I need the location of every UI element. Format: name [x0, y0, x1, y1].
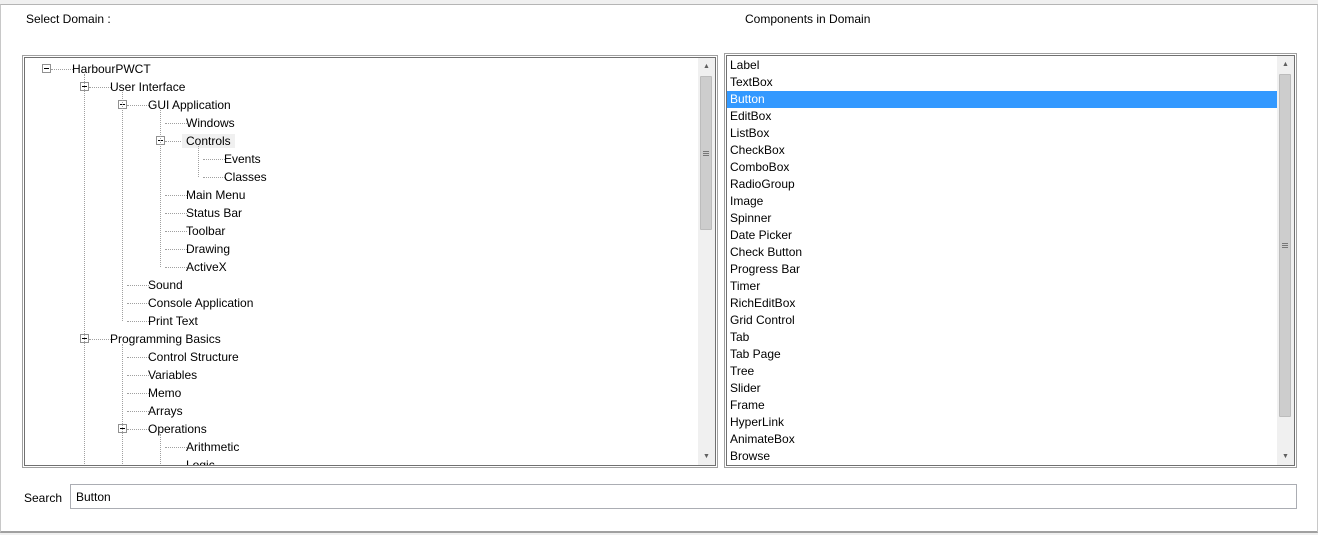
tree-node-label: GUI Application	[148, 98, 231, 112]
list-item[interactable]: ComboBox	[727, 159, 1277, 176]
list-item[interactable]: TextBox	[727, 74, 1277, 91]
tree-branch-line	[122, 92, 123, 321]
list-item[interactable]: Label	[727, 57, 1277, 74]
tree-node[interactable]: Main Menu	[182, 186, 249, 204]
tree-node-label: Sound	[148, 278, 183, 292]
list-item[interactable]: Date Picker	[727, 227, 1277, 244]
tree-node-label: Arithmetic	[186, 440, 240, 454]
tree-node-label: Memo	[148, 386, 182, 400]
scroll-down-arrow-icon[interactable]: ▼	[698, 448, 715, 465]
tree-node-label: Toolbar	[186, 224, 226, 238]
tree-node[interactable]: Arithmetic	[182, 438, 243, 456]
components-in-domain-label: Components in Domain	[745, 12, 871, 26]
list-item[interactable]: Image	[727, 193, 1277, 210]
tree-node[interactable]: Sound	[144, 276, 187, 294]
tree-node[interactable]: Programming Basics	[106, 330, 225, 348]
scroll-grip-icon	[1282, 243, 1288, 248]
tree-node-label: Controls	[182, 134, 235, 148]
tree-node[interactable]: Toolbar	[182, 222, 229, 240]
tree-node-label: Classes	[224, 170, 267, 184]
tree-node[interactable]: Windows	[182, 114, 239, 132]
tree-connector-line	[165, 465, 187, 466]
components-list-view[interactable]: Label TextBox Button EditBox ListBox CheckBox…	[726, 55, 1295, 466]
tree-branch-line	[84, 74, 85, 465]
tree-node[interactable]: Controls	[182, 132, 235, 150]
tree-node[interactable]: Classes	[220, 168, 271, 186]
tree-node[interactable]: Status Bar	[182, 204, 246, 222]
tree-node-label: Drawing	[186, 242, 231, 256]
tree-branch-line	[160, 434, 161, 465]
list-item[interactable]: EditBox	[727, 108, 1277, 125]
tree-scroll-thumb[interactable]	[700, 76, 712, 230]
list-scroll-thumb[interactable]	[1279, 74, 1291, 417]
list-item[interactable]: Tab	[727, 329, 1277, 346]
tree-node-label: ActiveX	[186, 260, 227, 274]
tree-node-label: Operations	[148, 422, 207, 436]
tree-node-label: Main Menu	[186, 188, 246, 202]
list-item[interactable]: Browse	[727, 448, 1277, 465]
tree-node[interactable]: HarbourPWCT	[68, 60, 155, 78]
tree-node[interactable]: Console Application	[144, 294, 257, 312]
list-item[interactable]: Spinner	[727, 210, 1277, 227]
list-item[interactable]: RichEditBox	[727, 295, 1277, 312]
components-list[interactable]: Label TextBox Button EditBox ListBox CheckBox…	[727, 56, 1277, 465]
tree-node[interactable]: Events	[220, 150, 265, 168]
list-item[interactable]: CheckBox	[727, 142, 1277, 159]
tree-node[interactable]: Drawing	[182, 240, 234, 258]
tree-node[interactable]: Control Structure	[144, 348, 243, 366]
list-item[interactable]: Check Button	[727, 244, 1277, 261]
collapse-minus-icon[interactable]	[42, 64, 51, 73]
list-item[interactable]: ListBox	[727, 125, 1277, 142]
list-item[interactable]: HyperLink	[727, 414, 1277, 431]
tree-node-label: Windows	[186, 116, 235, 130]
domain-tree-view[interactable]: HarbourPWCT User Interface GUI Application…	[24, 57, 716, 466]
tree-node-label: Programming Basics	[110, 332, 221, 346]
tree-vertical-scrollbar[interactable]: ▲ ▼	[698, 58, 715, 465]
tree-node[interactable]: Operations	[144, 420, 211, 438]
tree-node-label: User Interface	[110, 80, 186, 94]
scroll-up-arrow-icon[interactable]: ▲	[1277, 56, 1294, 73]
search-label: Search	[24, 491, 63, 505]
tree-node-label: Events	[224, 152, 261, 166]
domain-tree[interactable]: HarbourPWCT User Interface GUI Application…	[25, 58, 698, 465]
list-item[interactable]: Timer	[727, 278, 1277, 295]
list-item[interactable]: Progress Bar	[727, 261, 1277, 278]
scroll-up-arrow-icon[interactable]: ▲	[698, 58, 715, 75]
components-list-panel: Label TextBox Button EditBox ListBox CheckBox…	[724, 53, 1297, 468]
list-item[interactable]: Button	[727, 91, 1277, 108]
tree-node-label: Status Bar	[186, 206, 243, 220]
list-item[interactable]: Slider	[727, 380, 1277, 397]
tree-node[interactable]: Logic	[182, 456, 219, 466]
select-domain-label: Select Domain :	[26, 12, 111, 26]
tree-node[interactable]: Memo	[144, 384, 185, 402]
tree-node-label: Arrays	[148, 404, 183, 418]
scroll-down-arrow-icon[interactable]: ▼	[1277, 448, 1294, 465]
tree-node[interactable]: Arrays	[144, 402, 187, 420]
list-item[interactable]: Grid Control	[727, 312, 1277, 329]
tree-branch-line	[160, 110, 161, 267]
tree-node[interactable]: ActiveX	[182, 258, 231, 276]
tree-node-label: Variables	[148, 368, 198, 382]
tree-node-label: Control Structure	[148, 350, 239, 364]
tree-branch-line	[122, 344, 123, 465]
list-item[interactable]: AnimateBox	[727, 431, 1277, 448]
tree-node[interactable]: GUI Application	[144, 96, 235, 114]
tree-node-label: Print Text	[148, 314, 198, 328]
list-item[interactable]: RadioGroup	[727, 176, 1277, 193]
list-item[interactable]: Tree	[727, 363, 1277, 380]
list-item[interactable]: Tab Page	[727, 346, 1277, 363]
tree-node-label: HarbourPWCT	[72, 62, 151, 76]
tree-node-label: Logic	[186, 458, 215, 466]
tree-node[interactable]: User Interface	[106, 78, 189, 96]
tree-node-label: Console Application	[148, 296, 254, 310]
tree-branch-line	[198, 146, 199, 177]
domain-tree-panel: HarbourPWCT User Interface GUI Application…	[22, 55, 718, 468]
tree-node[interactable]: Print Text	[144, 312, 202, 330]
search-input[interactable]	[70, 484, 1297, 509]
scroll-grip-icon	[703, 150, 709, 156]
list-vertical-scrollbar[interactable]: ▲ ▼	[1277, 56, 1294, 465]
tree-node[interactable]: Variables	[144, 366, 201, 384]
list-item[interactable]: Frame	[727, 397, 1277, 414]
